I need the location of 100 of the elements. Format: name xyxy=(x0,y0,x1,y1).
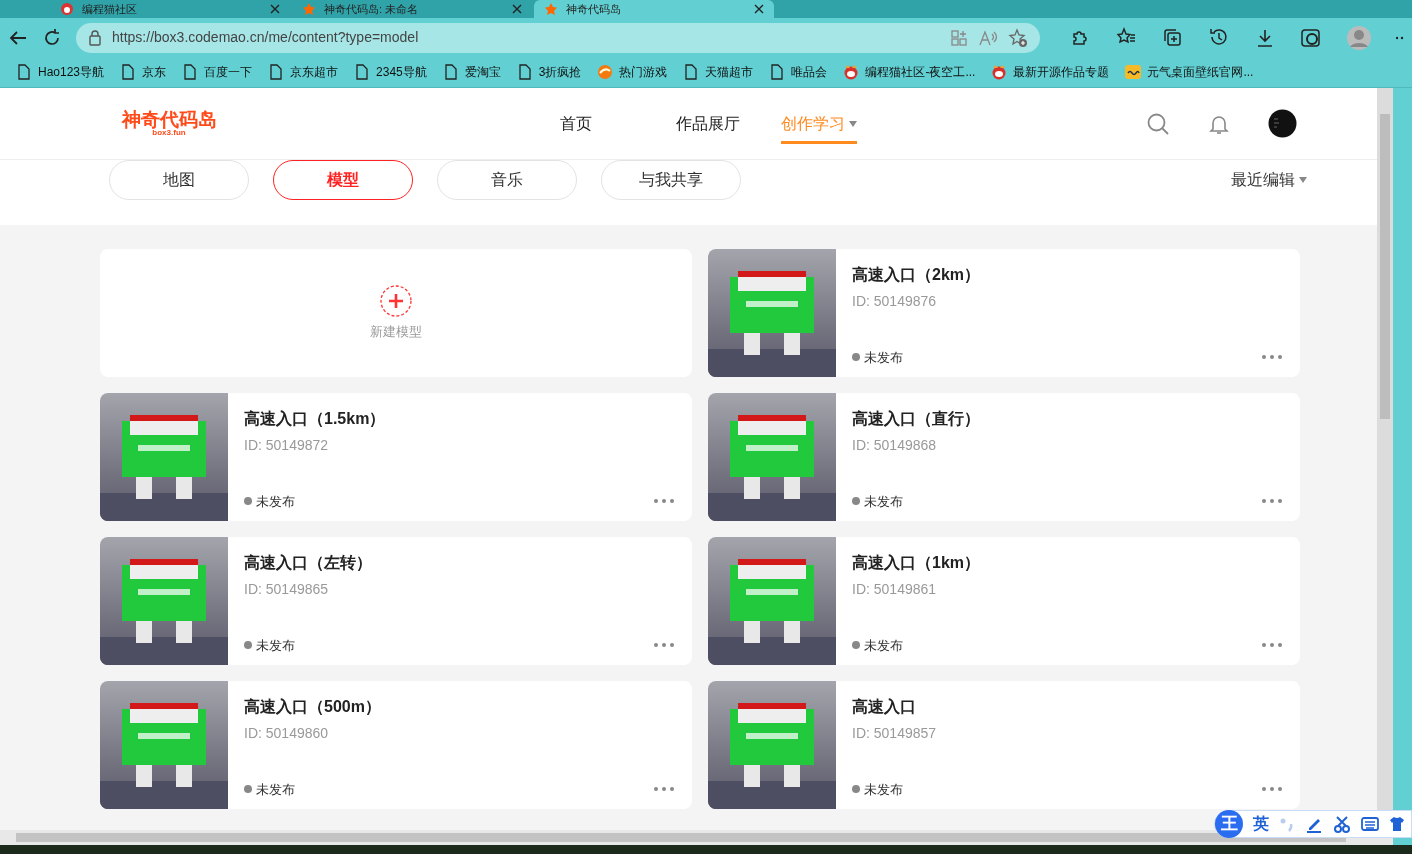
status-text: 未发布 xyxy=(256,492,295,511)
cat-face-icon xyxy=(60,2,74,16)
bookmark-link[interactable]: 热门游戏 xyxy=(597,63,668,81)
model-title: 高速入口（1.5km） xyxy=(244,409,387,429)
shirt-icon xyxy=(1389,816,1405,832)
sort-dropdown[interactable]: 最近编辑 xyxy=(1231,160,1307,200)
user-avatar-icon xyxy=(1268,109,1297,138)
search-icon xyxy=(1146,111,1170,136)
more-options-icon[interactable] xyxy=(1262,355,1282,359)
browser-tab[interactable]: 神奇代码岛: 未命名 xyxy=(292,0,532,18)
status-dot-icon xyxy=(244,785,252,794)
model-title: 高速入口（1km） xyxy=(852,553,982,573)
model-id: ID: 50149865 xyxy=(244,580,330,599)
filter-tab[interactable]: 地图 xyxy=(109,160,249,200)
model-title: 高速入口（直行） xyxy=(852,409,981,429)
cat-face-icon xyxy=(843,64,860,80)
tab-title: 编程猫社区 xyxy=(82,1,138,17)
bookmark-link[interactable]: 编程猫社区-夜空工... xyxy=(843,63,976,81)
horizontal-scrollbar[interactable] xyxy=(0,830,1393,845)
star-icon xyxy=(544,2,558,16)
bookmark-link[interactable]: 最新开源作品专题 xyxy=(991,63,1110,81)
more-options-icon[interactable] xyxy=(654,499,674,503)
favorite-add-icon xyxy=(1008,27,1028,48)
model-title: 高速入口（2km） xyxy=(852,265,982,285)
bookmark-link[interactable]: 京东 xyxy=(120,63,167,81)
model-title: 高速入口 xyxy=(852,697,917,717)
star-icon xyxy=(302,2,316,16)
model-card[interactable]: 高速入口（1.5km） ID: 50149872 未发布 xyxy=(100,393,692,521)
status-dot-icon xyxy=(244,641,252,650)
filter-tab[interactable]: 模型 xyxy=(273,160,413,200)
status-dot-icon xyxy=(852,497,860,506)
model-title: 高速入口（500m） xyxy=(244,697,382,717)
more-options-icon[interactable] xyxy=(654,643,674,647)
close-icon xyxy=(512,4,522,14)
ime-mode-toggle[interactable]: 英 xyxy=(1253,812,1269,836)
collections-icon xyxy=(1162,26,1184,49)
page-icon xyxy=(268,64,285,80)
filter-tab[interactable]: 音乐 xyxy=(437,160,577,200)
page-icon xyxy=(442,64,459,80)
more-options-icon[interactable] xyxy=(1262,499,1282,503)
status-text: 未发布 xyxy=(864,492,903,511)
close-icon xyxy=(754,4,764,14)
bookmark-link[interactable]: 3折疯抢 xyxy=(516,63,582,81)
more-options-icon[interactable] xyxy=(654,787,674,791)
bookmark-link[interactable]: Hao123导航 xyxy=(16,63,105,81)
page-icon xyxy=(769,64,786,80)
bookmark-link[interactable]: 爱淘宝 xyxy=(442,63,501,81)
status-text: 未发布 xyxy=(864,636,903,655)
game-ball-icon xyxy=(597,64,614,80)
more-options-icon[interactable] xyxy=(1262,787,1282,791)
page-icon xyxy=(120,64,137,80)
cat-face-icon xyxy=(991,64,1008,80)
model-card[interactable]: 高速入口（2km） ID: 50149876 未发布 xyxy=(708,249,1300,377)
keyboard-icon xyxy=(1361,816,1379,832)
lock-icon xyxy=(88,29,102,46)
address-bar[interactable]: https://box3.codemao.cn/me/content?type=model xyxy=(76,22,1040,53)
status-text: 未发布 xyxy=(864,780,903,799)
status-dot-icon xyxy=(852,641,860,650)
model-id: ID: 50149861 xyxy=(852,580,938,599)
more-options-icon[interactable] xyxy=(1262,643,1282,647)
status-dot-icon xyxy=(852,785,860,794)
punctuation-icon xyxy=(1279,816,1295,832)
bookmark-link[interactable]: 天猫超市 xyxy=(683,63,754,81)
model-card[interactable]: 高速入口（1km） ID: 50149861 未发布 xyxy=(708,537,1300,665)
caret-icon xyxy=(1299,177,1307,183)
nav-link[interactable]: 作品展厅 xyxy=(676,103,740,144)
new-model-label: 新建模型 xyxy=(370,323,422,342)
bookmark-link[interactable]: 百度一下 xyxy=(182,63,253,81)
nav-link[interactable]: 首页 xyxy=(560,103,592,144)
status-text: 未发布 xyxy=(864,348,903,367)
model-card[interactable]: 高速入口（直行） ID: 50149868 未发布 xyxy=(708,393,1300,521)
page-icon xyxy=(683,64,700,80)
scissors-icon xyxy=(1333,815,1351,833)
more-icon xyxy=(1396,35,1404,40)
bookmark-link[interactable]: 唯品会 xyxy=(769,63,828,81)
bookmark-link[interactable]: 元气桌面壁纸官网... xyxy=(1125,63,1254,81)
status-dot-icon xyxy=(852,353,860,362)
browser-tab[interactable]: 神奇代码岛 xyxy=(534,0,774,18)
browser-e-icon xyxy=(1300,26,1322,49)
add-icon xyxy=(379,284,413,319)
model-card[interactable]: 高速入口（500m） ID: 50149860 未发布 xyxy=(100,681,692,809)
model-id: ID: 50149876 xyxy=(852,292,938,311)
tab-title: 神奇代码岛 xyxy=(566,1,622,17)
model-card[interactable]: 高速入口 ID: 50149857 未发布 xyxy=(708,681,1300,809)
bookmark-link[interactable]: 京东超市 xyxy=(268,63,339,81)
model-id: ID: 50149868 xyxy=(852,436,938,455)
ime-logo[interactable]: 王 xyxy=(1215,810,1243,838)
model-id: ID: 50149857 xyxy=(852,724,938,743)
bookmark-link[interactable]: 2345导航 xyxy=(354,63,427,81)
browser-tab[interactable]: 编程猫社区 xyxy=(50,0,290,18)
refresh-icon xyxy=(42,27,62,48)
model-title: 高速入口（左转） xyxy=(244,553,373,573)
page-icon xyxy=(182,64,199,80)
status-text: 未发布 xyxy=(256,636,295,655)
close-icon xyxy=(270,4,280,14)
model-id: ID: 50149860 xyxy=(244,724,330,743)
profile-avatar-icon xyxy=(1346,24,1372,51)
model-card[interactable]: 高速入口（左转） ID: 50149865 未发布 xyxy=(100,537,692,665)
status-text: 未发布 xyxy=(256,780,295,799)
filter-tab[interactable]: 与我共享 xyxy=(601,160,741,200)
